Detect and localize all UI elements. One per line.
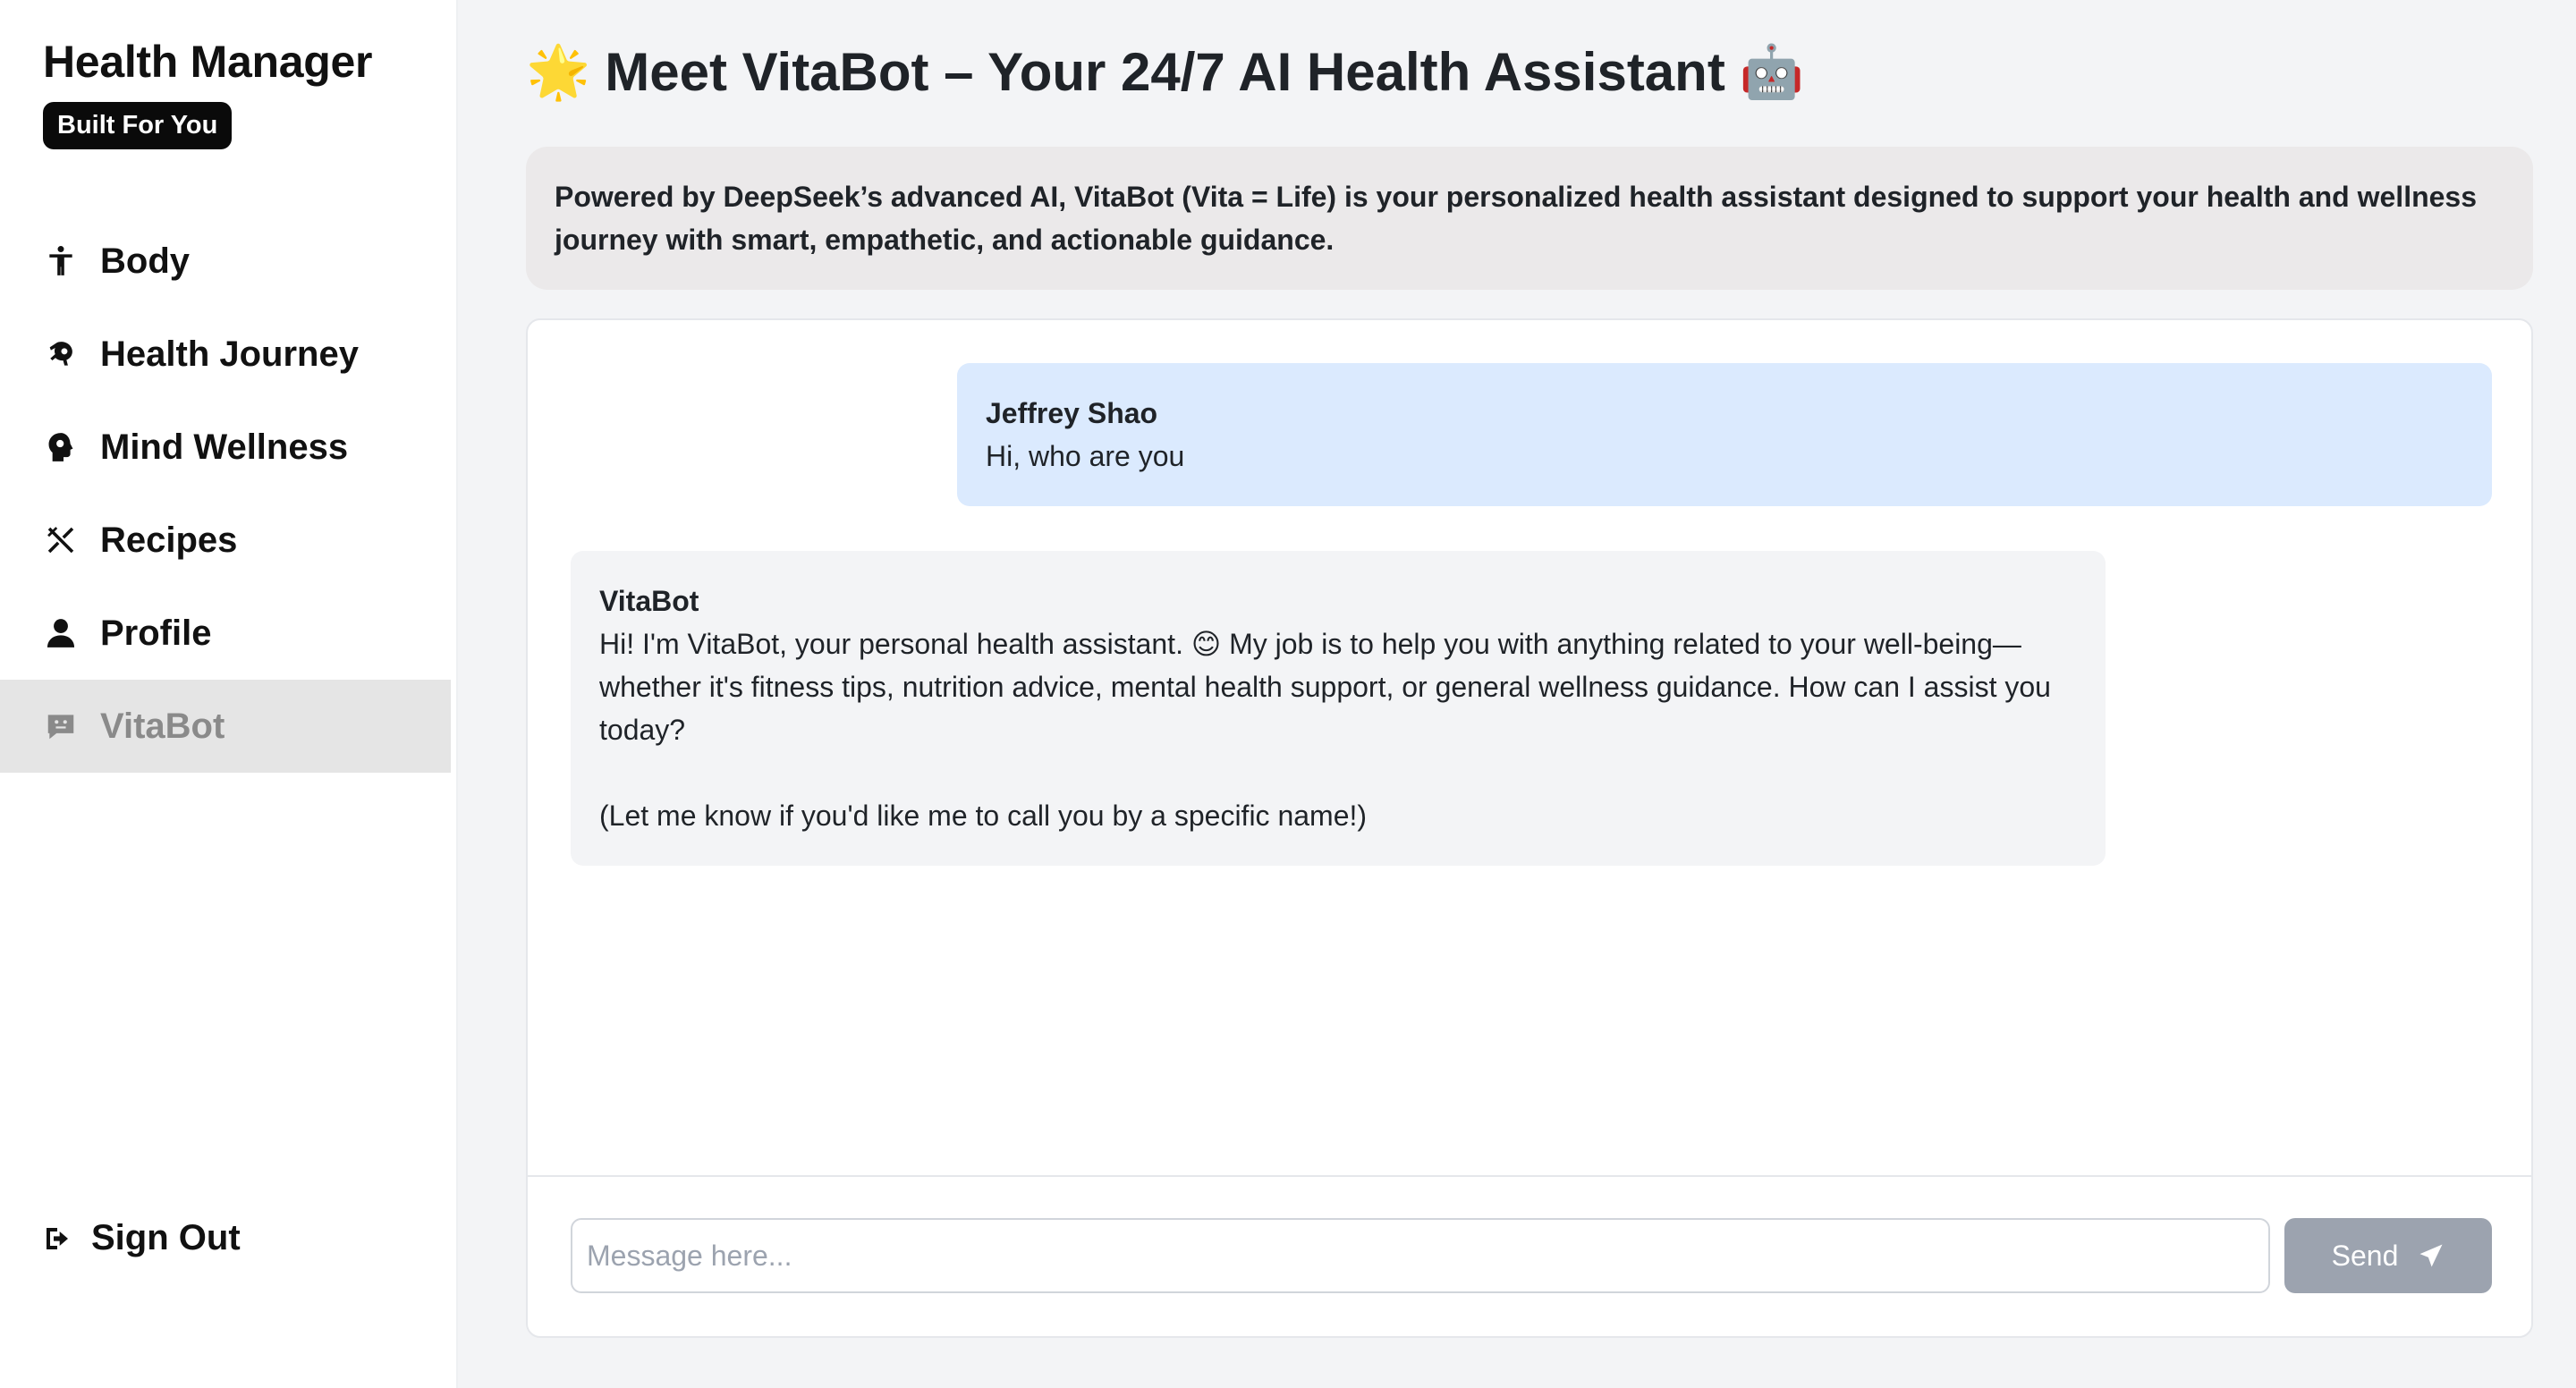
- intro-banner: Powered by DeepSeek’s advanced AI, VitaB…: [526, 147, 2533, 290]
- message-paragraph: Hi! I'm VitaBot, your personal health as…: [599, 628, 2051, 746]
- sidebar-item-mind-wellness[interactable]: Mind Wellness: [0, 401, 451, 494]
- sidebar-item-vitabot[interactable]: VitaBot: [0, 680, 451, 773]
- bot-chat-icon: [43, 708, 79, 744]
- message-list: Jeffrey Shao Hi, who are you VitaBot Hi!…: [528, 320, 2531, 1175]
- brand-badge: Built For You: [43, 102, 233, 149]
- running-icon: [43, 336, 79, 372]
- message-input[interactable]: [571, 1218, 2270, 1293]
- sidebar-item-profile[interactable]: Profile: [0, 587, 451, 680]
- sidebar-item-label: Body: [100, 241, 190, 281]
- user-message: Jeffrey Shao Hi, who are you: [957, 363, 2492, 506]
- paper-plane-icon: [2419, 1244, 2443, 1267]
- sidebar-item-label: Profile: [100, 613, 212, 653]
- person-standing-icon: [43, 243, 79, 279]
- sign-out-label: Sign Out: [91, 1218, 241, 1257]
- sidebar: Health Manager Built For You Body Health…: [0, 0, 458, 1388]
- brand-title: Health Manager: [43, 37, 373, 87]
- send-button[interactable]: Send: [2284, 1218, 2492, 1293]
- sidebar-item-body[interactable]: Body: [0, 215, 451, 308]
- sidebar-nav: Body Health Journey Mind Wellness Recipe…: [0, 215, 451, 773]
- chat-panel: Jeffrey Shao Hi, who are you VitaBot Hi!…: [526, 318, 2533, 1338]
- sidebar-item-label: Health Journey: [100, 334, 359, 374]
- head-brain-icon: [43, 429, 79, 465]
- utensils-icon: [43, 522, 79, 558]
- page-title: 🌟 Meet VitaBot – Your 24/7 AI Health Ass…: [526, 41, 1804, 103]
- message-composer: Send: [571, 1218, 2492, 1293]
- robot-icon: 🤖: [1739, 42, 1805, 101]
- main-content: 🌟 Meet VitaBot – Your 24/7 AI Health Ass…: [458, 0, 2576, 1388]
- send-button-label: Send: [2331, 1239, 2399, 1272]
- message-text: Hi, who are you: [986, 440, 1185, 472]
- page-title-text: Meet VitaBot – Your 24/7 AI Health Assis…: [605, 42, 1725, 102]
- sidebar-item-health-journey[interactable]: Health Journey: [0, 308, 451, 401]
- message-author: Jeffrey Shao: [986, 397, 1158, 429]
- message-author: VitaBot: [599, 585, 699, 617]
- app-root: Health Manager Built For You Body Health…: [0, 0, 2576, 1388]
- brand: Health Manager Built For You: [43, 36, 372, 149]
- star-icon: 🌟: [526, 42, 591, 101]
- message-paragraph: (Let me know if you'd like me to call yo…: [599, 800, 1368, 832]
- sign-out-icon: [43, 1223, 73, 1254]
- sign-out-button[interactable]: Sign Out: [43, 1218, 241, 1258]
- bot-message: VitaBot Hi! I'm VitaBot, your personal h…: [571, 551, 2106, 866]
- sidebar-item-recipes[interactable]: Recipes: [0, 494, 451, 587]
- composer-divider: [528, 1175, 2531, 1177]
- sidebar-item-label: Recipes: [100, 520, 238, 560]
- sidebar-item-label: VitaBot: [100, 706, 225, 746]
- message-text: Hi! I'm VitaBot, your personal health as…: [599, 622, 2077, 837]
- sidebar-item-label: Mind Wellness: [100, 427, 349, 467]
- user-icon: [43, 615, 79, 651]
